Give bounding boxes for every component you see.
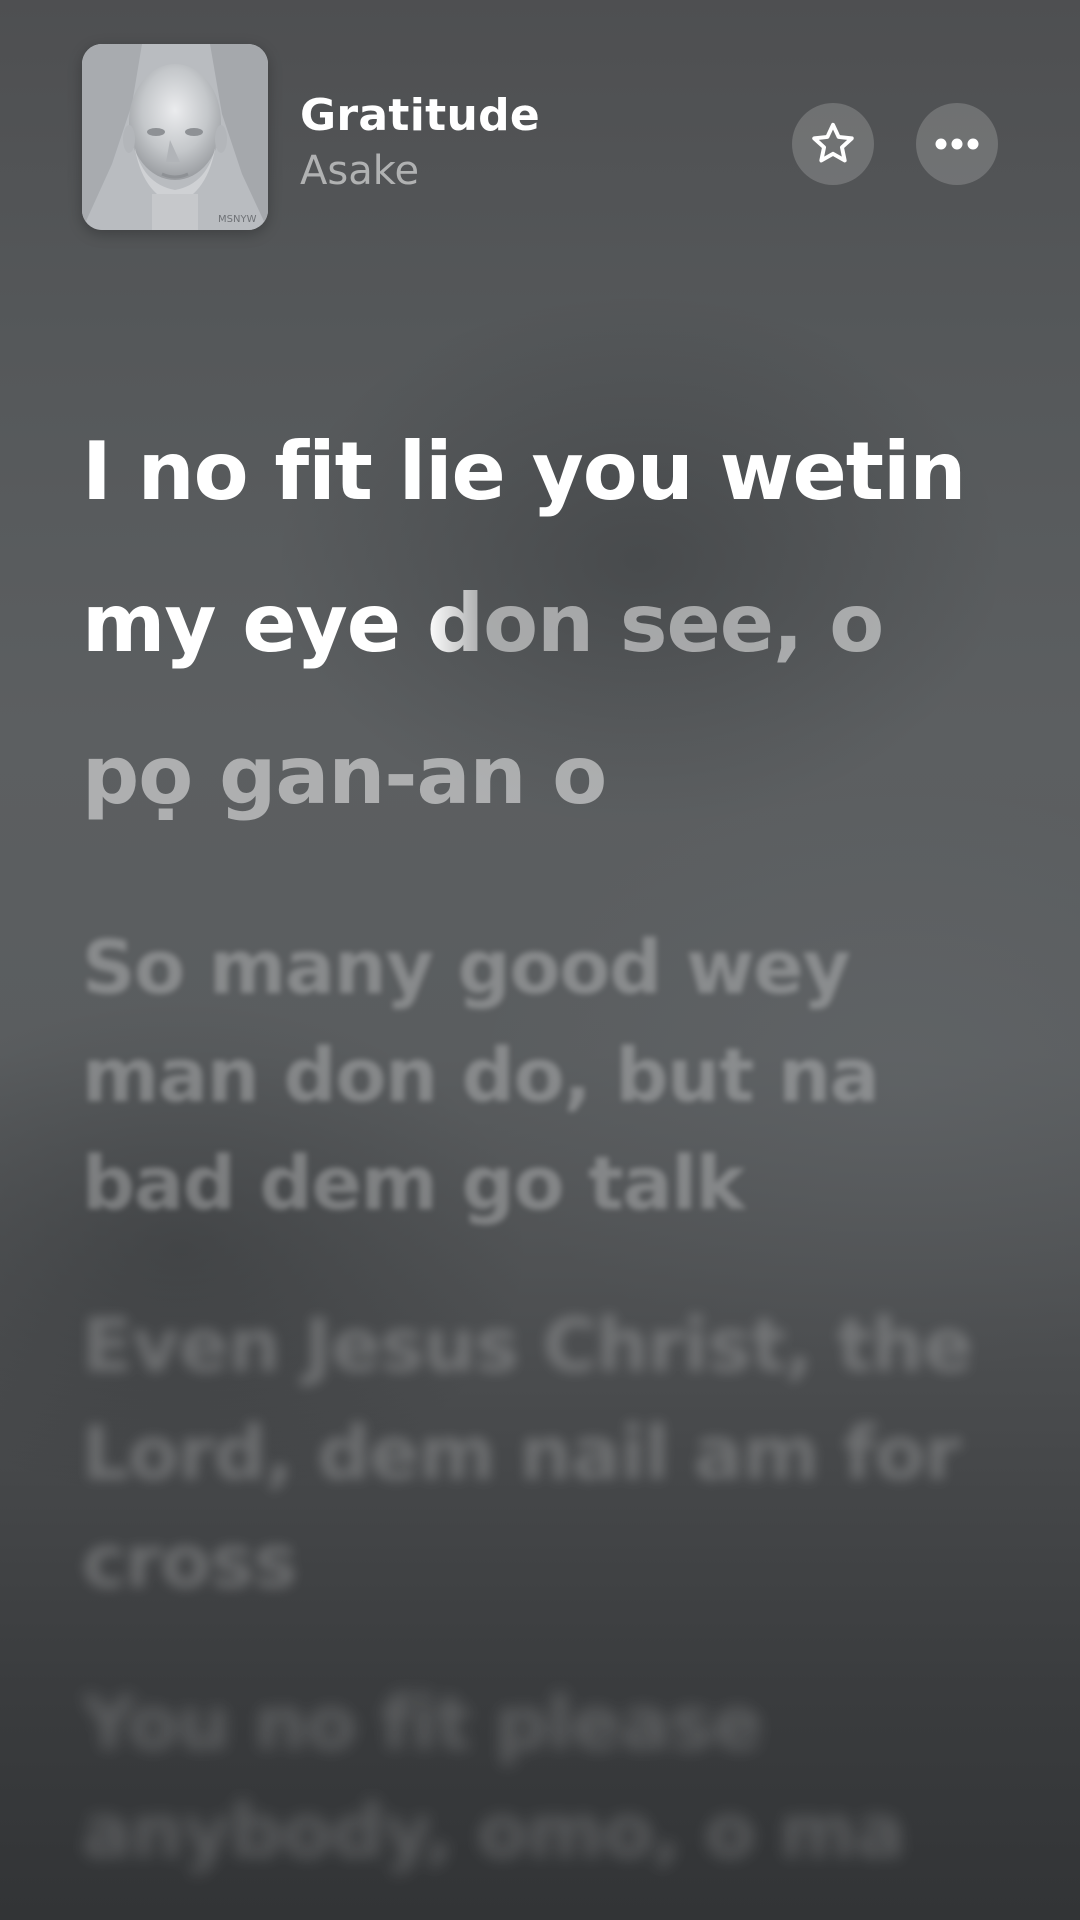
favorite-button[interactable] — [792, 103, 874, 185]
lyric-line-active[interactable]: I no fit lie you wetin my eye don see, o… — [82, 396, 1002, 852]
star-icon — [812, 122, 854, 163]
lyric-line[interactable]: Even Jesus Christ, the Lord, dem nail am… — [82, 1292, 1002, 1616]
lyric-line[interactable]: So many good wey man don do, but na bad … — [82, 914, 1002, 1238]
artist-name[interactable]: Asake — [300, 148, 419, 194]
ellipsis-icon — [935, 138, 979, 150]
now-playing-header: MSNYW Gratitude Asake — [82, 44, 998, 230]
song-title[interactable]: Gratitude — [300, 90, 540, 141]
album-artwork[interactable]: MSNYW — [82, 44, 268, 230]
lyric-line[interactable]: You no fit please anybody, omo, o ma — [82, 1670, 1002, 1886]
album-artwork-image: MSNYW — [82, 44, 268, 230]
lyrics-container: I no fit lie you wetin my eye don see, o… — [82, 400, 1002, 1886]
more-options-button[interactable] — [916, 103, 998, 185]
lyric-current-char: d — [426, 577, 484, 670]
artwork-text: MSNYW — [218, 214, 257, 225]
